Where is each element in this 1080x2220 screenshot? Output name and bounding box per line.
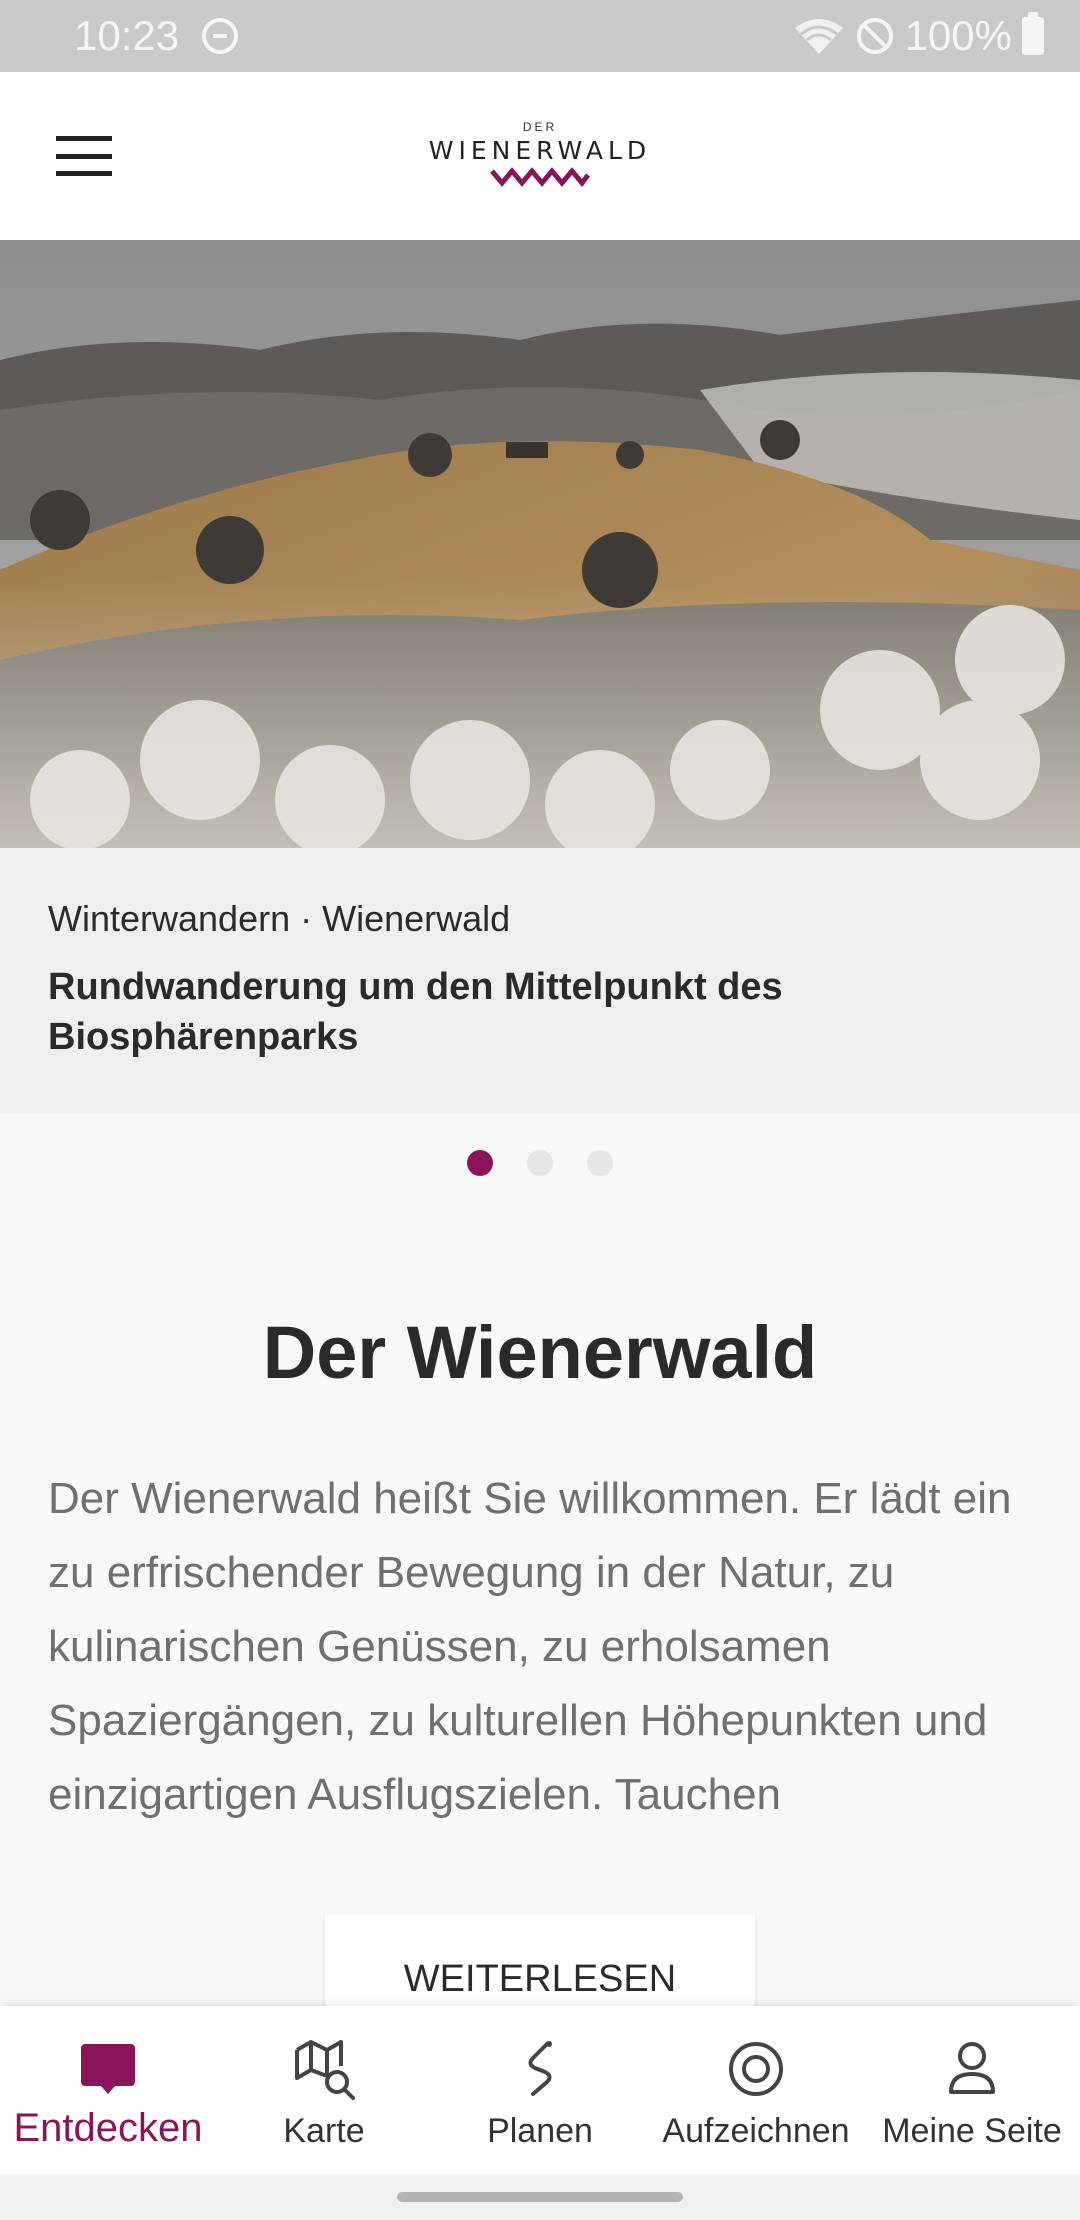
app-header: DER WIENERWALD: [0, 72, 1080, 240]
route-icon: [528, 2041, 552, 2096]
hero-image[interactable]: [0, 240, 1080, 848]
map-search-icon: [295, 2040, 355, 2100]
status-icons: 100%: [793, 10, 1044, 62]
carousel-dot-1[interactable]: [467, 1150, 493, 1176]
hero-caption[interactable]: Winterwandern · Wienerwald Rundwanderung…: [0, 848, 1080, 1114]
home-gesture-bar[interactable]: [397, 2192, 683, 2202]
user-icon: [949, 2042, 995, 2094]
do-not-disturb-icon: [202, 18, 238, 54]
nav-item-entdecken[interactable]: Entdecken: [0, 2006, 216, 2174]
landscape-image: [0, 240, 1080, 848]
screen: 10:23 100% DER WIENERWALD Winterwandern …: [0, 0, 1080, 2220]
logo-wave-icon: [490, 167, 590, 187]
battery-percent: 100%: [904, 12, 1012, 59]
record-icon: [729, 2042, 783, 2096]
battery-icon: [1022, 12, 1044, 55]
nav-label-karte: Karte: [283, 2112, 365, 2150]
nav-label-aufzeichnen: Aufzeichnen: [662, 2112, 850, 2150]
status-bar: 10:23 100%: [0, 0, 1080, 72]
logo-main-text: WIENERWALD: [428, 136, 652, 165]
bottom-navigation: Entdecken Karte Planen Aufzeichnen Meine…: [0, 2006, 1080, 2174]
nav-label-meine-seite: Meine Seite: [882, 2112, 1062, 2150]
section-title: Der Wienerwald: [262, 1311, 818, 1394]
hamburger-line: [56, 136, 112, 141]
hamburger-line: [56, 171, 112, 176]
nav-item-meine-seite[interactable]: Meine Seite: [864, 2006, 1080, 2174]
nav-label-planen: Planen: [487, 2112, 593, 2150]
status-time: 10:23: [74, 12, 180, 59]
menu-button[interactable]: [50, 128, 118, 184]
no-sim-icon: [856, 18, 893, 54]
intro-text: Der Wienerwald heißt Sie willkommen. Er …: [48, 1474, 1012, 1819]
carousel-dot-2[interactable]: [527, 1150, 553, 1176]
nav-item-planen[interactable]: Planen: [432, 2006, 648, 2174]
wifi-icon: [794, 19, 843, 54]
carousel-dots: [0, 1150, 1080, 1176]
hero-title: Rundwanderung um den Mittelpunkt des Bio…: [48, 966, 783, 1058]
logo-der-text: DER: [522, 120, 558, 134]
hero-kicker: Winterwandern · Wienerwald: [48, 898, 511, 939]
nav-label-entdecken: Entdecken: [13, 2106, 203, 2150]
nav-item-karte[interactable]: Karte: [216, 2006, 432, 2174]
carousel-dot-3[interactable]: [587, 1150, 613, 1176]
wienerwald-logo[interactable]: DER WIENERWALD: [420, 120, 660, 192]
hamburger-line: [56, 153, 112, 159]
bookmark-icon: [81, 2044, 135, 2094]
nav-item-aufzeichnen[interactable]: Aufzeichnen: [648, 2006, 864, 2174]
